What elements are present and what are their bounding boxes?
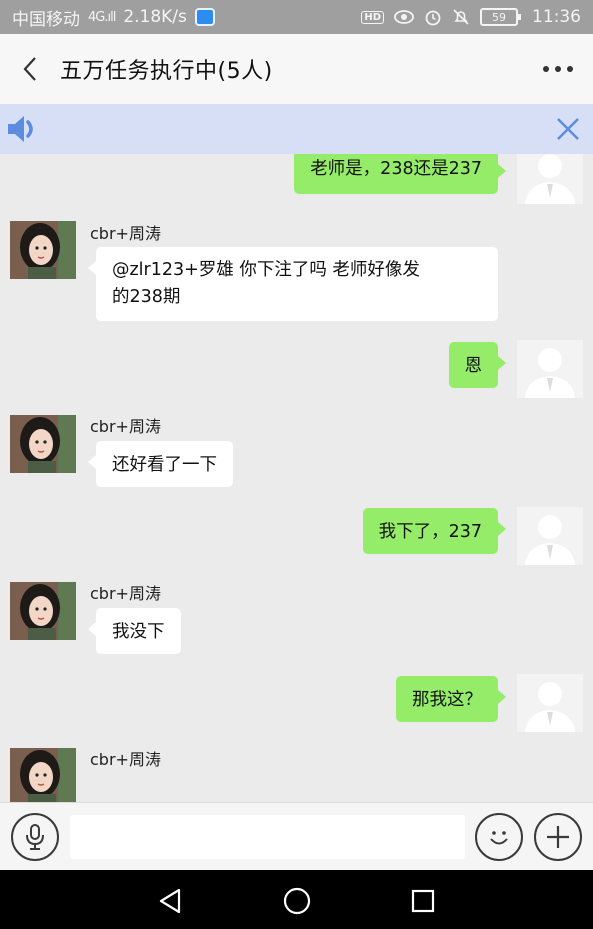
- hd-badge: HD: [361, 10, 384, 24]
- emoji-button[interactable]: [475, 813, 523, 861]
- more-functions-button[interactable]: [534, 813, 582, 861]
- clock-time: 11:36: [532, 7, 581, 27]
- microphone-icon: [26, 824, 44, 850]
- my-avatar[interactable]: [517, 507, 583, 565]
- nav-home-button[interactable]: [280, 884, 314, 918]
- app-notification-icon: [194, 8, 215, 26]
- sender-name: cbr+周涛: [90, 417, 161, 436]
- message-input[interactable]: [70, 815, 465, 859]
- more-dots-icon: [543, 66, 549, 72]
- contact-avatar[interactable]: [10, 748, 76, 802]
- message-list[interactable]: 老师是，238还是237 cbr+周涛 @zlr123+罗雄 你下注了吗 老师好…: [0, 154, 593, 802]
- voice-input-button[interactable]: [11, 813, 59, 861]
- network-speed: 2.18K/s: [123, 7, 187, 27]
- chat-title: 五万任务执行中(5人): [60, 59, 273, 84]
- nav-recents-button[interactable]: [406, 884, 440, 918]
- my-avatar[interactable]: [517, 674, 583, 732]
- more-options-button[interactable]: [523, 34, 593, 104]
- eye-icon: [394, 10, 414, 24]
- my-avatar[interactable]: [517, 154, 583, 204]
- message-bubble-incoming[interactable]: 我没下: [88, 608, 181, 654]
- message-bubble-incoming[interactable]: @zlr123+罗雄 你下注了吗 老师好像发 的238期: [88, 247, 498, 321]
- message-bubble-outgoing[interactable]: 那我这？: [396, 676, 506, 722]
- wechat-group-chat-screen: 中国移动 4G.ıll 2.18K/s HD 59 11:36 五万任务执行中(…: [0, 0, 593, 929]
- triangle-back-icon: [159, 888, 181, 914]
- battery-icon: 59: [480, 8, 521, 26]
- carrier-label: 中国移动: [12, 9, 80, 30]
- signal-strength: 4G.ıll: [88, 9, 116, 25]
- nav-back-button[interactable]: [153, 884, 187, 918]
- mute-bell-icon: [452, 8, 470, 26]
- sender-name: cbr+周涛: [90, 750, 161, 769]
- smiley-icon: [490, 831, 508, 845]
- contact-avatar[interactable]: [10, 415, 76, 473]
- input-bar: [0, 802, 593, 870]
- status-bar: 中国移动 4G.ıll 2.18K/s HD 59 11:36: [0, 0, 593, 34]
- alarm-icon: [424, 8, 442, 26]
- message-bubble-outgoing[interactable]: 老师是，238还是237: [294, 154, 506, 194]
- contact-avatar[interactable]: [10, 221, 76, 279]
- system-nav-bar: [0, 870, 593, 929]
- circle-home-icon: [283, 887, 311, 915]
- speaker-icon[interactable]: [6, 109, 46, 149]
- message-bubble-outgoing[interactable]: 我下了，237: [362, 508, 507, 554]
- close-banner-button[interactable]: [553, 114, 583, 144]
- message-bubble-outgoing[interactable]: 恩: [448, 342, 506, 388]
- battery-level: 59: [492, 10, 506, 24]
- contact-avatar[interactable]: [10, 582, 76, 640]
- back-button[interactable]: [0, 34, 60, 104]
- chat-header: 五万任务执行中(5人): [0, 34, 593, 104]
- message-bubble-incoming[interactable]: 还好看了一下: [88, 441, 233, 487]
- voice-banner[interactable]: [0, 104, 593, 154]
- close-icon: [557, 118, 579, 140]
- chevron-left-icon: [23, 57, 36, 81]
- sender-name: cbr+周涛: [90, 584, 161, 603]
- my-avatar[interactable]: [517, 340, 583, 398]
- square-recents-icon: [411, 889, 435, 913]
- plus-icon: [547, 826, 569, 848]
- sender-name: cbr+周涛: [90, 224, 161, 243]
